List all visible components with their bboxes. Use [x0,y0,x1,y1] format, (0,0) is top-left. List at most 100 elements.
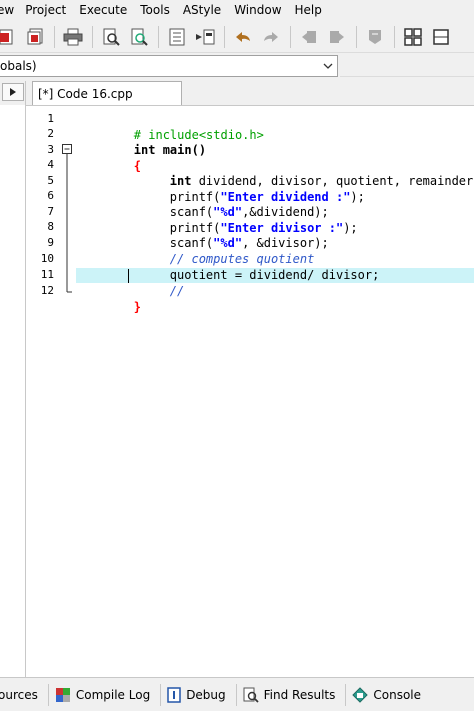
tab-compile-log[interactable]: Compile Log [55,683,162,706]
compile-log-icon [55,687,70,702]
find-button[interactable] [100,26,122,48]
line-number: 2 [47,127,54,140]
line-number: 11 [40,268,54,281]
code-line: scanf("%d", &divisor); [169,236,329,250]
toolbar-separator [158,25,159,48]
code-line: int dividend, divisor, quotient, remaind… [169,174,474,188]
bookmark-next-button [326,26,348,48]
toggle-comment-button [364,26,386,48]
bookmark-left-icon [302,30,316,43]
line-number: 5 [47,174,54,187]
redo-icon [264,31,278,42]
text-caret [128,269,129,283]
menu-bar: ew Project Execute Tools AStyle Window H… [0,0,474,20]
menu-view[interactable]: ew [0,0,14,20]
editor-tab-code16[interactable]: [*] Code 16.cpp [32,81,182,105]
toolbar-separator [356,25,357,48]
line-number: 7 [47,205,54,218]
toolbar-separator [224,25,225,48]
tab-debug[interactable]: Debug [167,683,237,706]
tab-label: Debug [186,687,226,702]
close-file-button[interactable] [0,26,18,48]
code-line: printf("Enter divisor :"); [169,221,358,235]
tab-console[interactable]: Console [352,684,431,706]
project-tree[interactable] [0,105,25,677]
line-number-gutter: 1 2 3 4 5 6 7 8 9 10 11 12 [26,106,60,678]
code-line: int main() [133,143,207,157]
bookmark-right-icon [330,30,344,43]
tab-label: Compile Log [75,687,151,702]
grid-icon [404,27,422,46]
code-line: } [133,300,142,314]
tab-label: ources [0,687,38,702]
fold-margin [60,106,76,678]
line-number: 1 [47,112,54,125]
line-number: 9 [47,236,54,249]
line-number: 3 [47,143,54,156]
tab-label: Find Results [263,687,336,702]
code-line: // [169,284,185,298]
tab-find-results[interactable]: Find Results [243,683,347,706]
undo-icon [236,31,250,42]
code-line: scanf("%d",&dividend); [169,205,329,219]
replace-icon [131,28,148,46]
debug-icon [167,686,181,703]
fold-toggle-icon[interactable] [62,144,72,154]
scope-bar-spacer [340,55,474,77]
fullscreen-icon [433,28,449,45]
line-number: 8 [47,220,54,233]
menu-execute[interactable]: Execute [79,0,127,20]
close-all-icon [27,28,43,44]
indent-icon [196,29,215,44]
menu-tools[interactable]: Tools [140,0,170,20]
print-button[interactable] [62,26,84,48]
toolbar-separator [54,25,55,48]
close-file-icon [0,29,13,44]
toolbar [0,21,474,53]
code-line: // computes quotient [169,252,315,266]
code-editor[interactable]: 1 2 3 4 5 6 7 8 9 10 11 12 # include<std… [26,105,474,678]
undo-button[interactable] [232,26,254,48]
find-icon [103,28,120,46]
comment-icon [369,29,381,44]
menu-window[interactable]: Window [234,0,281,20]
tab-label: Console [373,687,422,702]
chevron-right-icon [10,88,16,96]
code-line: printf("Enter dividend :"); [169,190,365,204]
menu-astyle[interactable]: AStyle [183,0,221,20]
goto-line-button[interactable] [166,26,188,48]
code-line: { [133,159,142,173]
toolbar-separator [394,25,395,48]
code-line: # include<stdio.h> [133,128,264,142]
line-number: 6 [47,189,54,202]
console-icon [352,686,369,703]
find-results-icon [243,687,259,703]
goto-line-icon [169,28,185,45]
panel-tab-scroll-button[interactable] [2,83,24,101]
replace-button[interactable] [128,26,150,48]
fullscreen-button[interactable] [430,26,452,48]
printer-icon [63,28,83,45]
menu-project[interactable]: Project [25,0,66,20]
chevron-down-icon[interactable] [319,56,337,76]
scope-dropdown[interactable]: obals) [0,55,338,77]
editor-tab-bar: [*] Code 16.cpp [26,81,474,105]
bottom-tab-bar: ources Compile Log Debug Find Results Co… [0,677,474,711]
dev-cpp-window: ew Project Execute Tools AStyle Window H… [0,0,474,711]
class-browser-button[interactable] [402,26,424,48]
toolbar-separator [92,25,93,48]
project-panel [0,81,26,677]
scope-dropdown-value: obals) [0,59,37,73]
line-number: 4 [47,158,54,171]
menu-help[interactable]: Help [295,0,322,20]
code-line: quotient = dividend/ divisor; [169,268,380,282]
bookmark-prev-button [298,26,320,48]
close-all-button[interactable] [24,26,46,48]
code-text[interactable]: # include<stdio.h> int main() { int divi… [76,106,474,678]
indent-button[interactable] [194,26,216,48]
toolbar-separator [290,25,291,48]
tab-resources[interactable]: ources [0,683,49,706]
line-number: 12 [40,284,54,297]
line-number: 10 [40,252,54,265]
redo-button [260,26,282,48]
